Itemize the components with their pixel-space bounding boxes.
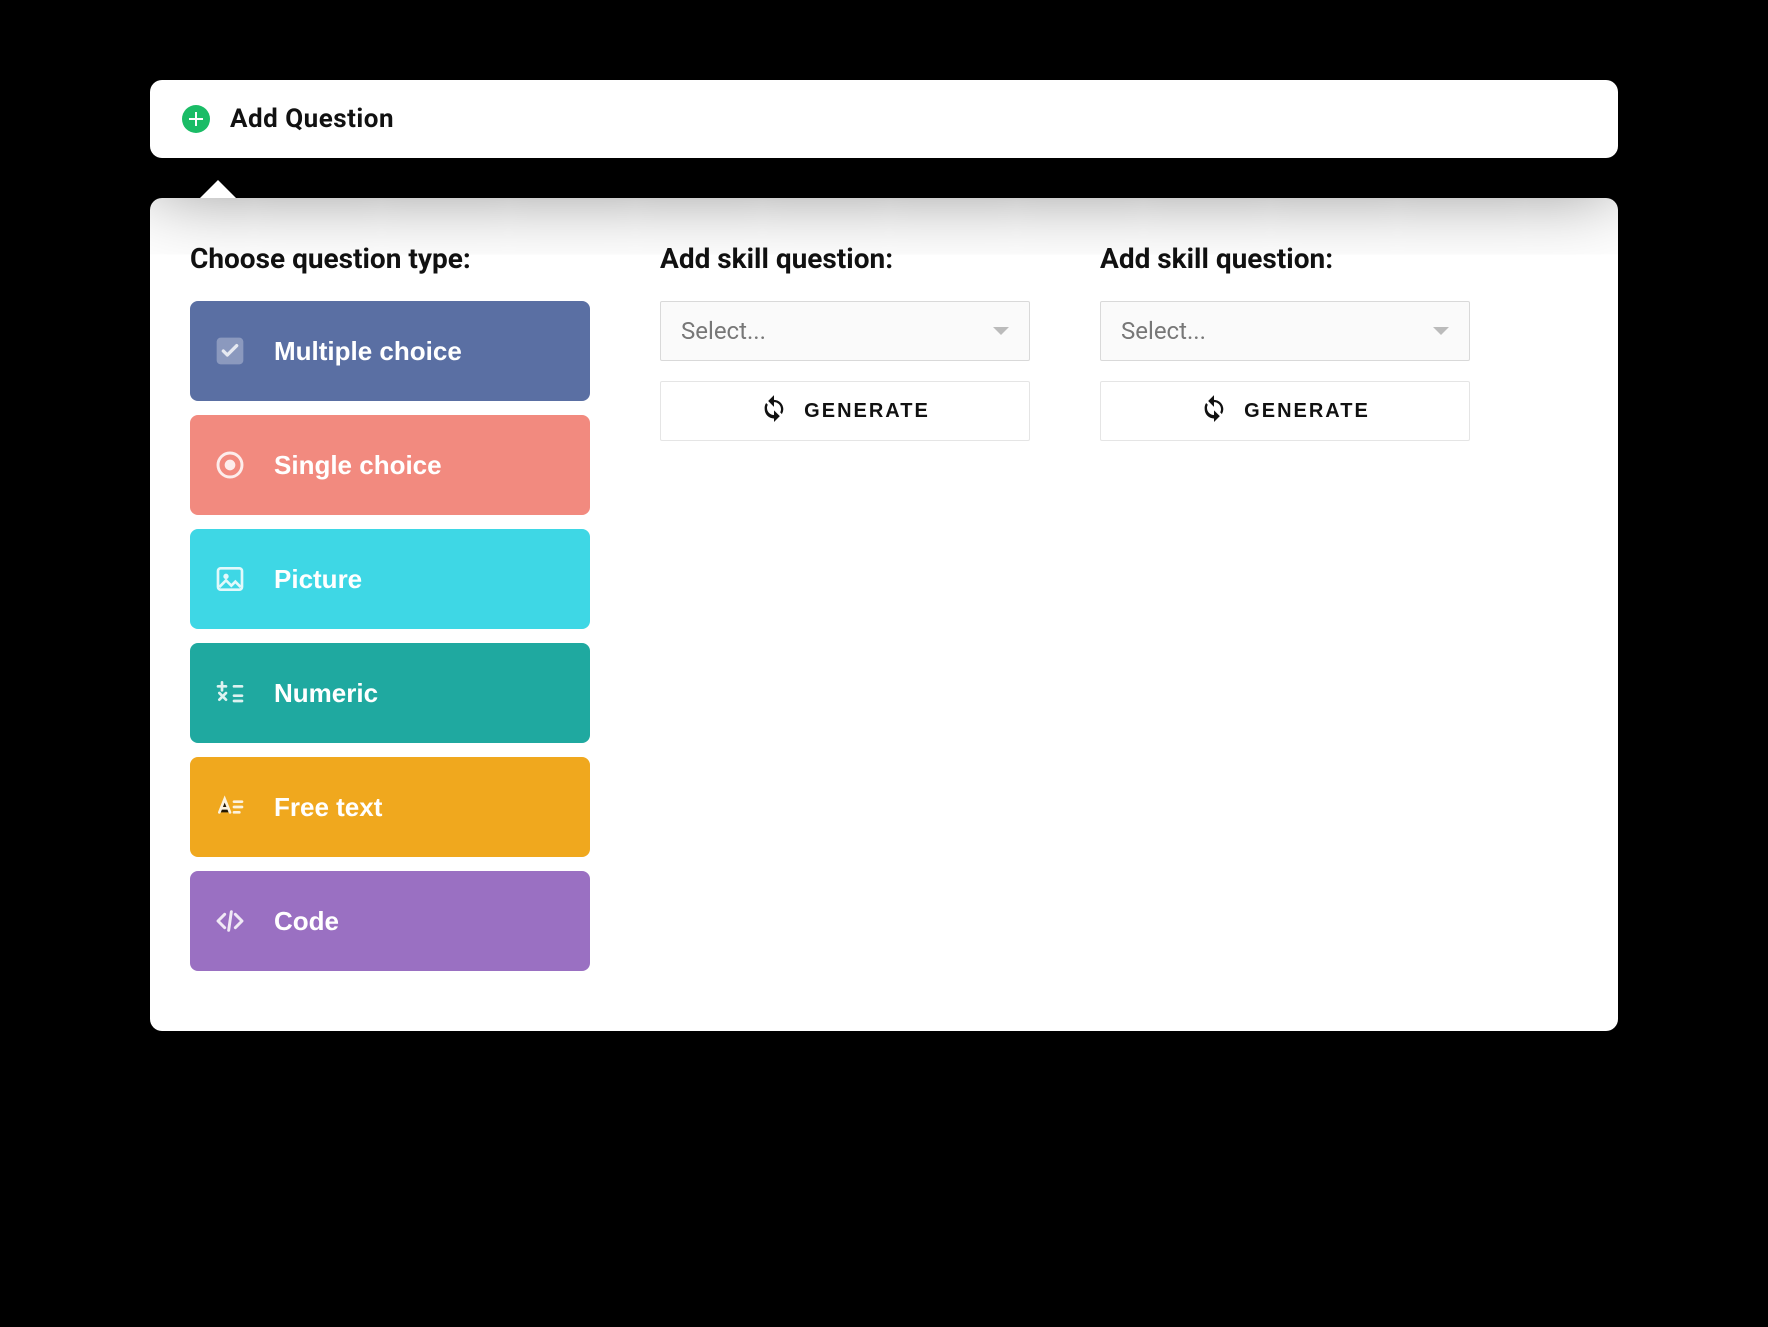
add-question-header[interactable]: Add Question — [150, 80, 1618, 158]
code-icon — [214, 905, 246, 937]
radio-icon — [214, 449, 246, 481]
type-single-choice-button[interactable]: Single choice — [190, 415, 590, 515]
skill-heading: Add skill question: — [660, 242, 1030, 275]
type-multiple-choice-button[interactable]: Multiple choice — [190, 301, 590, 401]
generate-button[interactable]: GENERATE — [1100, 381, 1470, 441]
checkbox-icon — [214, 335, 246, 367]
skill-question-column-1: Add skill question: Select... GENERATE — [660, 242, 1030, 971]
question-type-column: Choose question type: Multiple choice Si… — [190, 242, 590, 971]
type-free-text-button[interactable]: Free text — [190, 757, 590, 857]
refresh-icon — [760, 394, 788, 428]
skill-select[interactable]: Select... — [1100, 301, 1470, 361]
type-label: Numeric — [274, 678, 378, 709]
type-label: Free text — [274, 792, 382, 823]
type-code-button[interactable]: Code — [190, 871, 590, 971]
chevron-down-icon — [1433, 327, 1449, 335]
plus-icon — [182, 105, 210, 133]
select-placeholder: Select... — [1121, 317, 1206, 345]
generate-button[interactable]: GENERATE — [660, 381, 1030, 441]
select-placeholder: Select... — [681, 317, 766, 345]
generate-label: GENERATE — [1244, 400, 1370, 423]
refresh-icon — [1200, 394, 1228, 428]
type-label: Multiple choice — [274, 336, 462, 367]
skill-heading: Add skill question: — [1100, 242, 1470, 275]
image-icon — [214, 563, 246, 595]
type-label: Code — [274, 906, 339, 937]
type-label: Single choice — [274, 450, 442, 481]
add-question-container: Add Question Choose question type: Multi… — [150, 80, 1618, 1031]
question-type-list: Multiple choice Single choice Picture — [190, 301, 590, 971]
skill-select[interactable]: Select... — [660, 301, 1030, 361]
chevron-down-icon — [993, 327, 1009, 335]
generate-label: GENERATE — [804, 400, 930, 423]
type-numeric-button[interactable]: Numeric — [190, 643, 590, 743]
add-question-panel: Choose question type: Multiple choice Si… — [150, 198, 1618, 1031]
calculator-icon — [214, 677, 246, 709]
header-title: Add Question — [230, 104, 394, 134]
skill-question-column-2: Add skill question: Select... GENERATE — [1100, 242, 1470, 971]
type-label: Picture — [274, 564, 362, 595]
text-icon — [214, 791, 246, 823]
panel-arrow — [200, 180, 236, 198]
type-picture-button[interactable]: Picture — [190, 529, 590, 629]
question-type-heading: Choose question type: — [190, 242, 590, 275]
